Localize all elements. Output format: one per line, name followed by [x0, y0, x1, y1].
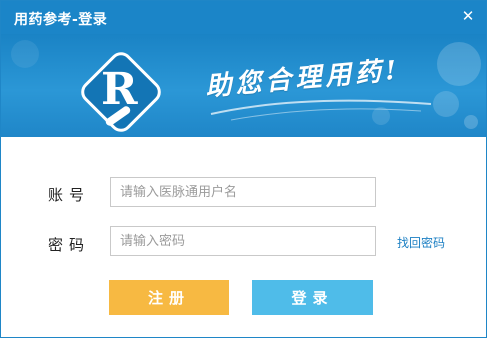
logo: R — [73, 44, 169, 137]
banner: R 助您合理用药! — [1, 34, 486, 137]
forgot-password-link[interactable]: 找回密码 — [397, 234, 445, 251]
title-bar: 用药参考-登录 ✕ — [1, 1, 486, 34]
window-title: 用药参考-登录 — [14, 12, 108, 28]
logo-letter: R — [101, 64, 138, 115]
register-button[interactable]: 注册 — [109, 280, 229, 315]
close-icon[interactable]: ✕ — [458, 6, 478, 26]
login-button[interactable]: 登录 — [252, 280, 373, 315]
password-input[interactable] — [110, 226, 376, 256]
account-input[interactable] — [110, 177, 376, 207]
password-label: 密码 — [48, 236, 91, 254]
login-window: 用药参考-登录 ✕ R 助您合理用药! 账号 密码 找回密码 注册 登录 — [0, 0, 487, 338]
account-label: 账号 — [48, 186, 91, 204]
